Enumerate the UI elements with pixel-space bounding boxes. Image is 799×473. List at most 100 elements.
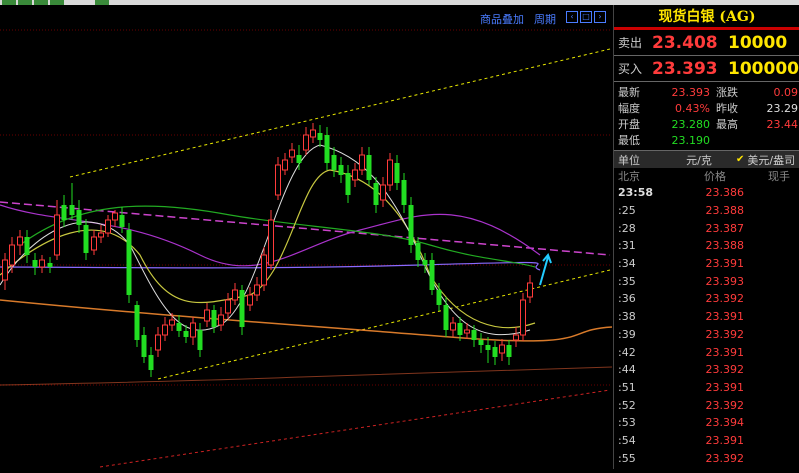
tick-price: 23.394 <box>705 416 745 430</box>
candle <box>408 197 414 253</box>
stat-value: 0.43% <box>675 101 710 115</box>
tick-time: 23:58 <box>618 186 654 200</box>
stat-key: 幅度 <box>618 102 640 115</box>
tick-time: :28 <box>618 221 636 235</box>
sell-row[interactable]: 卖出 23.408 10000 <box>614 30 799 55</box>
candle <box>32 253 38 275</box>
candle <box>310 123 316 143</box>
support-line-lower[interactable] <box>99 389 611 468</box>
tick-price: 23.392 <box>705 451 745 465</box>
tick-time: :54 <box>618 433 636 447</box>
candle <box>17 230 23 255</box>
channel-lower-line[interactable] <box>157 269 611 380</box>
candle <box>471 325 477 347</box>
chart-canvas <box>0 29 613 468</box>
candle <box>61 195 67 227</box>
candle <box>211 305 217 333</box>
view-toggle-square-icon[interactable]: □ <box>580 11 592 23</box>
stat-key: 最低 <box>618 134 640 147</box>
stat-row: 最新 23.393 涨跌 0.09 <box>614 84 799 100</box>
buy-row[interactable]: 买入 23.393 100000 <box>614 55 799 81</box>
stat-key: 开盘 <box>618 118 640 131</box>
channel-upper-line[interactable] <box>69 48 611 178</box>
candle <box>527 275 533 303</box>
candle <box>232 283 238 305</box>
tick-row: :39 23.392 <box>614 326 799 344</box>
quote-stats: 最新 23.393 涨跌 0.09 幅度 0.43% 昨收 23.29 开盘 2… <box>614 81 799 150</box>
tick-price: 23.392 <box>705 292 745 306</box>
candle <box>506 340 512 365</box>
up-arrow-icon <box>539 253 552 286</box>
tick-time: :39 <box>618 327 636 341</box>
tick-row: :38 23.391 <box>614 308 799 326</box>
tick-time: :36 <box>618 292 636 306</box>
candle <box>324 127 330 170</box>
quote-panel: 现货白银 (AG) 卖出 23.408 10000 买入 23.393 1000… <box>613 5 799 469</box>
tick-price: 23.391 <box>705 380 745 394</box>
stat-value: 23.44 <box>766 117 799 131</box>
stat-row: 开盘 23.280 最高 23.44 <box>614 116 799 132</box>
view-toggle-left-icon[interactable]: ‹ <box>566 11 578 23</box>
candle <box>148 347 154 377</box>
ma-extra-orange <box>0 366 613 386</box>
stat-value: 23.393 <box>671 85 711 99</box>
period-button[interactable]: 周期 <box>534 11 556 27</box>
candle <box>331 147 337 177</box>
tick-row: :28 23.387 <box>614 219 799 237</box>
view-toggle-right-icon[interactable]: › <box>594 11 606 23</box>
tick-time: :55 <box>618 451 636 465</box>
view-toggle-group: ‹ □ › <box>566 11 606 27</box>
tick-time: :34 <box>618 257 636 271</box>
stat-key: 涨跌 <box>716 86 738 99</box>
candle <box>218 307 224 331</box>
tick-row: :31 23.388 <box>614 237 799 255</box>
buy-label: 买入 <box>618 62 643 76</box>
candle <box>268 210 274 270</box>
tick-price: 23.391 <box>705 345 745 359</box>
tick-row: :44 23.392 <box>614 361 799 379</box>
tick-row: :36 23.392 <box>614 290 799 308</box>
tick-time: :38 <box>618 310 636 324</box>
tick-price: 23.391 <box>705 257 745 271</box>
check-icon: ✔ <box>736 154 745 165</box>
candle <box>429 253 435 295</box>
tick-time: :53 <box>618 416 636 430</box>
candle <box>450 317 456 337</box>
tick-price: 23.386 <box>705 186 745 200</box>
candles-group <box>2 123 533 377</box>
candle <box>239 285 245 335</box>
tick-price: 23.388 <box>705 239 745 253</box>
candle <box>112 210 118 227</box>
candle <box>119 207 125 233</box>
candle <box>155 327 161 357</box>
candle <box>190 317 196 345</box>
tick-time: :25 <box>618 204 636 218</box>
tick-price: 23.388 <box>705 204 745 218</box>
tick-price: 23.387 <box>705 221 745 235</box>
stat-key: 最新 <box>618 86 640 99</box>
candle <box>98 225 104 243</box>
candlestick-chart[interactable]: 商品叠加 周期 ‹ □ › <box>0 5 613 469</box>
candle <box>352 163 358 187</box>
candle <box>513 327 519 347</box>
candle <box>359 147 365 175</box>
candle <box>134 301 140 347</box>
tick-row: :51 23.391 <box>614 379 799 397</box>
tick-row: :53 23.394 <box>614 414 799 432</box>
candle <box>2 253 8 290</box>
unit-value[interactable]: 元/克 <box>662 152 736 168</box>
candle <box>76 200 82 233</box>
tick-row: :25 23.388 <box>614 202 799 220</box>
stat-value: 23.190 <box>671 133 711 147</box>
overlay-button[interactable]: 商品叠加 <box>480 11 524 27</box>
candle <box>485 337 491 363</box>
tick-list[interactable]: 23:58 23.386:25 23.388:28 23.387:31 23.388:3… <box>614 184 799 467</box>
tick-row: :34 23.391 <box>614 255 799 273</box>
unit-alt-toggle[interactable]: ✔ 美元/盎司 <box>736 152 795 168</box>
stat-key: 最高 <box>716 118 738 131</box>
candle <box>380 177 386 207</box>
tick-time: :42 <box>618 345 636 359</box>
tick-time: :51 <box>618 380 636 394</box>
candle <box>366 147 372 185</box>
candle <box>225 293 231 319</box>
